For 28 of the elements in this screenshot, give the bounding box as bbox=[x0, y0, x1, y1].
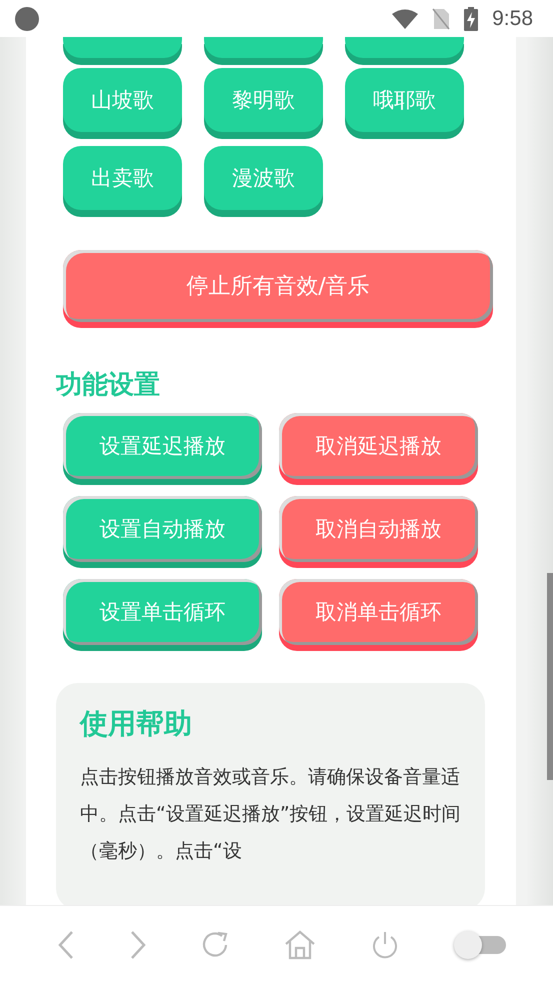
song-button[interactable]: 黎明歌 bbox=[204, 68, 323, 132]
song-button[interactable]: 出卖歌 bbox=[63, 146, 182, 210]
home-icon[interactable] bbox=[284, 930, 316, 960]
song-button[interactable]: 山坡歌 bbox=[63, 68, 182, 132]
song-button[interactable] bbox=[345, 37, 464, 58]
cancel-option-button[interactable]: 取消单击循环 bbox=[279, 579, 478, 645]
toggle-switch[interactable] bbox=[454, 930, 506, 958]
notification-dot-icon bbox=[15, 6, 39, 30]
battery-charging-icon bbox=[464, 6, 478, 30]
clock-time: 9:58 bbox=[492, 6, 533, 30]
section-title: 功能设置 bbox=[56, 369, 161, 402]
forward-icon[interactable] bbox=[128, 930, 147, 960]
song-button[interactable] bbox=[204, 37, 323, 58]
cancel-option-button[interactable]: 取消延迟播放 bbox=[279, 413, 478, 479]
help-text: 点击按钮播放音效或音乐。请确保设备音量适中。点击“设置延迟播放”按钮，设置延迟时间（毫秒）。点击“设 bbox=[80, 765, 461, 864]
set-option-button[interactable]: 设置自动播放 bbox=[63, 496, 262, 562]
set-option-button[interactable]: 设置单击循环 bbox=[63, 579, 262, 645]
wifi-icon bbox=[392, 8, 418, 28]
song-button[interactable] bbox=[63, 37, 182, 58]
song-button[interactable]: 漫波歌 bbox=[204, 146, 323, 210]
back-icon[interactable] bbox=[56, 930, 75, 960]
no-sim-icon bbox=[432, 8, 450, 30]
scrollbar[interactable] bbox=[547, 573, 553, 780]
cancel-option-button[interactable]: 取消自动播放 bbox=[279, 496, 478, 562]
help-title: 使用帮助 bbox=[80, 706, 193, 742]
set-option-button[interactable]: 设置延迟播放 bbox=[63, 413, 262, 479]
song-button[interactable]: 哦耶歌 bbox=[345, 68, 464, 132]
stop-all-button[interactable]: 停止所有音效/音乐 bbox=[63, 250, 493, 322]
